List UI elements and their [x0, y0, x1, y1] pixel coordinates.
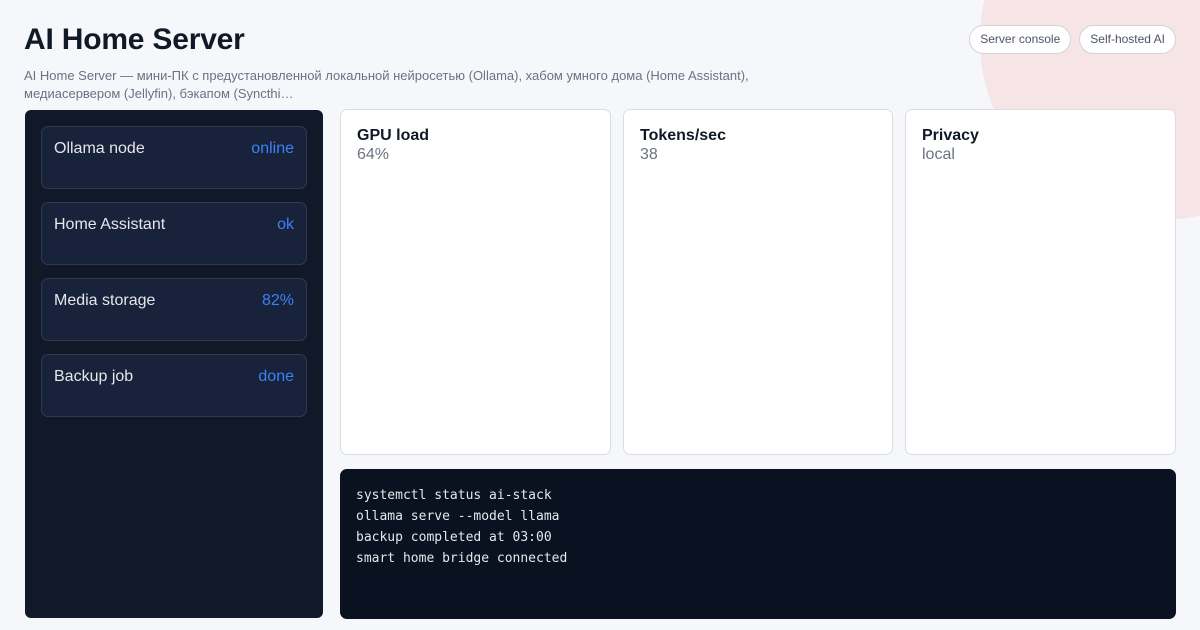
metric-value: local [922, 146, 955, 163]
service-item-media-storage[interactable]: Media storage 82% [41, 278, 307, 341]
metric-value: 38 [640, 146, 658, 163]
self-hosted-ai-button[interactable]: Self-hosted AI [1079, 25, 1176, 54]
service-label: Media storage [54, 292, 156, 309]
page-title: AI Home Server [24, 23, 245, 56]
terminal-line: ollama serve --model llama [356, 509, 560, 524]
terminal-line: backup completed at 03:00 [356, 530, 552, 545]
page-subtitle: AI Home Server — мини-ПК с предустановле… [24, 68, 749, 101]
metric-label: Privacy [922, 127, 979, 144]
page-header: AI Home Server AI Home Server — мини-ПК … [24, 22, 804, 102]
metric-label: GPU load [357, 127, 430, 144]
service-item-backup-job[interactable]: Backup job done [41, 354, 307, 417]
service-status: online [251, 140, 294, 157]
terminal-output: systemctl status ai-stack ollama serve -… [340, 469, 1176, 619]
service-label: Ollama node [54, 140, 145, 157]
terminal-line: smart home bridge connected [356, 551, 568, 566]
metric-value: 64% [357, 146, 390, 163]
page: AI Home Server AI Home Server — мини-ПК … [0, 0, 1200, 630]
service-item-ollama-node[interactable]: Ollama node online [41, 126, 307, 189]
metric-card-tokens-per-sec: Tokens/sec 38 [623, 109, 893, 455]
metric-card-privacy: Privacy local [905, 109, 1176, 455]
service-status: done [258, 368, 294, 385]
service-item-home-assistant[interactable]: Home Assistant ok [41, 202, 307, 265]
service-label: Home Assistant [54, 216, 166, 233]
server-console-button[interactable]: Server console [969, 25, 1072, 54]
services-sidebar: Ollama node online Home Assistant ok Med… [25, 110, 323, 618]
metric-card-gpu-load: GPU load 64% [340, 109, 611, 455]
service-label: Backup job [54, 368, 134, 385]
metric-label: Tokens/sec [640, 127, 726, 144]
header-actions: Server console Self-hosted AI [969, 25, 1176, 54]
service-status: ok [277, 216, 294, 233]
terminal-line: systemctl status ai-stack [356, 488, 552, 503]
service-status: 82% [261, 292, 294, 309]
